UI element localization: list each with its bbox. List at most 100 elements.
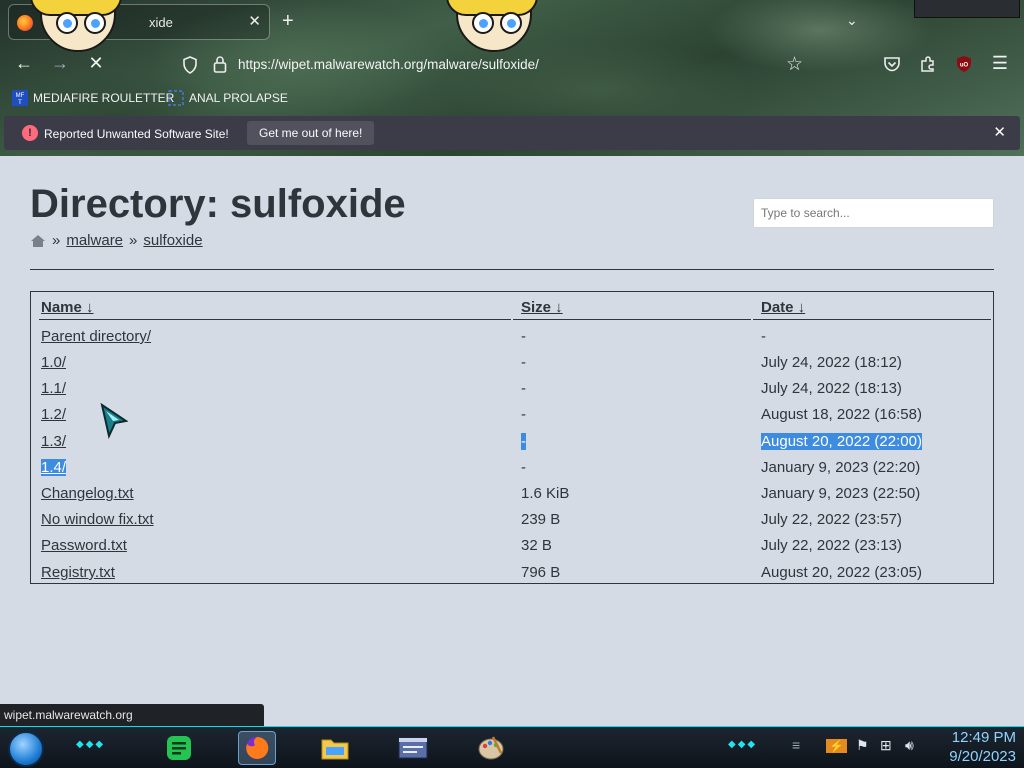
- file-size: -: [521, 406, 526, 423]
- file-link-selected[interactable]: 1.4/: [41, 459, 67, 476]
- volume-icon[interactable]: 🔊︎: [905, 737, 914, 754]
- sort-by-size-header[interactable]: Size ↓: [521, 299, 563, 316]
- page-title: Directory: sulfoxide: [30, 182, 406, 226]
- taskbar-app-notes[interactable]: [160, 731, 198, 765]
- mediafire-favicon-icon: MF T: [12, 90, 28, 106]
- close-warning-icon[interactable]: ✕: [993, 123, 1006, 141]
- bookmark-label: MEDIAFIRE ROULETTER: [33, 91, 175, 105]
- tab-bar: xide ✕ + ⌄: [0, 0, 1024, 52]
- column-divider: [751, 314, 753, 320]
- taskbar: ◆◆◆ ◆◆◆ ≡ ⚡ ⚑ ⊞ 🔊︎ 12:49 PM 9/20/2023: [0, 726, 1024, 768]
- taskbar-decoration: ◆◆◆: [728, 739, 758, 750]
- breadcrumb-link-malware[interactable]: malware: [66, 232, 123, 249]
- url-bar[interactable]: https://wipet.malwarewatch.org/malware/s…: [238, 57, 539, 72]
- file-size: -: [521, 328, 526, 345]
- file-listing-table: Name ↓ Size ↓ Date ↓ Parent directory/ -…: [30, 291, 994, 584]
- sort-by-name-header[interactable]: Name ↓: [41, 299, 94, 316]
- show-hidden-icons-icon[interactable]: ≡: [792, 737, 800, 753]
- menu-hamburger-icon[interactable]: ☰: [988, 53, 1012, 74]
- browser-chrome: xide ✕ + ⌄ ← → ✕ https://wipet.malwarewa…: [0, 0, 1024, 156]
- tracking-protection-shield-icon[interactable]: [182, 56, 198, 74]
- pocket-icon[interactable]: [883, 55, 901, 73]
- file-size: -: [521, 354, 526, 371]
- folder-icon: [321, 739, 349, 760]
- file-date: July 24, 2022 (18:12): [761, 354, 902, 371]
- file-date: January 9, 2023 (22:50): [761, 485, 921, 502]
- start-button[interactable]: [8, 731, 44, 767]
- bookmark-anal-prolapse[interactable]: ANAL PROLAPSE: [168, 90, 288, 106]
- link-status-bar: wipet.malwarewatch.org: [0, 704, 264, 726]
- file-link[interactable]: No window fix.txt: [41, 511, 154, 528]
- mouse-cursor-icon: [100, 403, 128, 439]
- clock-date: 9/20/2023: [949, 748, 1016, 765]
- svg-text:T: T: [18, 100, 22, 106]
- table-row: 1.0/ - July 24, 2022 (18:12): [41, 350, 993, 376]
- file-size-selected: -: [521, 433, 526, 450]
- system-clock[interactable]: 12:49 PM 9/20/2023: [932, 728, 1016, 766]
- file-link[interactable]: 1.0/: [41, 354, 66, 371]
- table-row: 1.4/ - January 9, 2023 (22:20): [41, 455, 993, 481]
- file-date: -: [761, 328, 766, 345]
- lock-icon[interactable]: [212, 55, 228, 73]
- file-link[interactable]: Password.txt: [41, 537, 127, 554]
- back-arrow-icon[interactable]: ←: [12, 53, 36, 74]
- file-link[interactable]: Changelog.txt: [41, 485, 134, 502]
- table-row: 1.2/ - August 18, 2022 (16:58): [41, 402, 993, 428]
- file-link[interactable]: 1.2/: [41, 406, 66, 423]
- file-link[interactable]: 1.1/: [41, 380, 66, 397]
- new-tab-button[interactable]: +: [282, 10, 294, 32]
- taskbar-decoration: ◆◆◆: [76, 739, 106, 750]
- breadcrumb-link-sulfoxide[interactable]: sulfoxide: [143, 232, 202, 249]
- paint-palette-icon: [478, 736, 504, 760]
- table-row: Changelog.txt 1.6 KiB January 9, 2023 (2…: [41, 481, 993, 507]
- action-center-flag-icon[interactable]: ⚑: [856, 737, 869, 754]
- table-row: No window fix.txt 239 B July 22, 2022 (2…: [41, 507, 993, 533]
- ublock-origin-icon[interactable]: uO: [955, 55, 973, 73]
- table-row: 1.1/ - July 24, 2022 (18:13): [41, 376, 993, 402]
- file-link[interactable]: Parent directory/: [41, 328, 151, 345]
- close-tab-icon[interactable]: ✕: [248, 12, 261, 30]
- bookmark-label: ANAL PROLAPSE: [189, 91, 288, 105]
- tab-title: xide: [149, 15, 173, 30]
- file-date: January 9, 2023 (22:20): [761, 459, 921, 476]
- forward-arrow-icon[interactable]: →: [48, 53, 72, 74]
- network-icon[interactable]: ⊞: [880, 737, 892, 754]
- divider: [30, 269, 994, 270]
- file-link[interactable]: 1.3/: [41, 433, 66, 450]
- globe-favicon-icon: [168, 90, 184, 106]
- bookmark-mediafire-roulette[interactable]: MF T MEDIAFIRE ROULETTER: [12, 90, 174, 106]
- home-icon[interactable]: [30, 234, 46, 248]
- get-me-out-button[interactable]: Get me out of here!: [247, 121, 375, 145]
- tab-list-chevron-icon[interactable]: ⌄: [846, 12, 858, 29]
- window-app-icon: [398, 737, 428, 759]
- table-header: Name ↓ Size ↓ Date ↓: [39, 292, 991, 320]
- file-link[interactable]: Registry.txt: [41, 564, 115, 581]
- file-size: -: [521, 459, 526, 476]
- taskbar-app-file-explorer[interactable]: [316, 731, 354, 765]
- sort-by-date-header[interactable]: Date ↓: [761, 299, 805, 316]
- table-row: Password.txt 32 B July 22, 2022 (23:13): [41, 533, 993, 559]
- navigation-bar: ← → ✕ https://wipet.malwarewatch.org/mal…: [0, 44, 1024, 86]
- stop-loading-icon[interactable]: ✕: [84, 53, 108, 74]
- table-row: Parent directory/ - -: [41, 324, 993, 350]
- svg-text:uO: uO: [960, 63, 969, 69]
- file-date: July 24, 2022 (18:13): [761, 380, 902, 397]
- taskbar-app-window[interactable]: [394, 731, 432, 765]
- svg-text:MF: MF: [16, 93, 25, 99]
- file-size: 796 B: [521, 564, 561, 581]
- unwanted-software-warning-bar: ! Reported Unwanted Software Site! Get m…: [4, 116, 1020, 150]
- breadcrumb-separator: »: [129, 232, 138, 249]
- notes-app-icon: [167, 736, 191, 760]
- page-content: Directory: sulfoxide » malware » sulfoxi…: [0, 156, 1024, 724]
- taskbar-app-firefox[interactable]: [238, 731, 276, 765]
- file-date: July 22, 2022 (23:57): [761, 511, 902, 528]
- warning-message: Reported Unwanted Software Site!: [44, 127, 229, 141]
- extensions-puzzle-icon[interactable]: [919, 55, 937, 73]
- taskbar-app-paint[interactable]: [472, 731, 510, 765]
- table-row: Registry.txt 796 B August 20, 2022 (23:0…: [41, 560, 993, 586]
- tray-app-icon[interactable]: ⚡: [826, 739, 847, 753]
- firefox-app-icon: [246, 736, 269, 759]
- bookmark-star-icon[interactable]: ☆: [786, 53, 803, 76]
- search-input[interactable]: [753, 198, 994, 228]
- clock-time: 12:49 PM: [951, 729, 1016, 746]
